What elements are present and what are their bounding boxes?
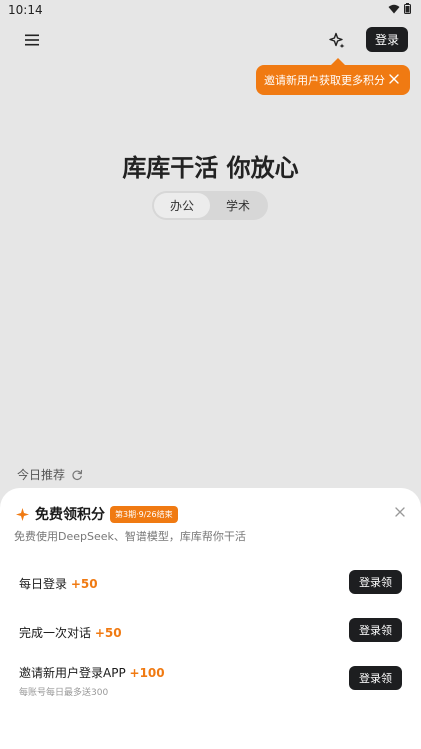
status-icons <box>388 3 411 14</box>
task-name: 邀请新用户登录APP <box>19 666 126 680</box>
tooltip-arrow <box>331 58 345 65</box>
tooltip-text: 邀请新用户获取更多积分 <box>264 74 385 87</box>
task-row: 完成一次对话 +50 登录领 <box>0 618 421 658</box>
task-row: 邀请新用户登录APP +100 每账号每日最多送300 登录领 <box>0 664 421 704</box>
sheet-header: 免费领积分 第3期·9/26结束 <box>16 504 178 524</box>
task-name: 完成一次对话 <box>19 626 92 640</box>
sheet-subtitle: 免费使用DeepSeek、智谱模型，库库帮你干活 <box>14 530 246 543</box>
status-time: 10:14 <box>8 3 43 17</box>
hero-title: 库库干活 你放心 <box>122 154 299 182</box>
sparkle-icon <box>329 32 345 48</box>
tab-academic[interactable]: 学术 <box>210 193 266 218</box>
task-name: 每日登录 <box>19 577 68 591</box>
menu-icon <box>25 34 39 46</box>
sheet-title: 免费领积分 <box>35 507 105 523</box>
task-points: +50 <box>94 626 122 640</box>
battery-icon <box>404 3 411 14</box>
ai-sparkle-button[interactable] <box>327 30 347 50</box>
task-label: 完成一次对话 +50 <box>19 624 122 641</box>
today-label: 今日推荐 <box>17 468 66 482</box>
task-points: +100 <box>129 666 165 680</box>
task-row: 每日登录 +50 登录领 <box>0 569 421 609</box>
login-button[interactable]: 登录 <box>366 27 408 52</box>
close-icon[interactable] <box>388 73 400 85</box>
mode-tabs: 办公 学术 <box>152 191 268 220</box>
tab-office[interactable]: 办公 <box>154 193 210 218</box>
refresh-icon[interactable] <box>71 469 83 481</box>
today-recommend: 今日推荐 <box>17 466 83 483</box>
task-note: 每账号每日最多送300 <box>19 688 109 698</box>
claim-button[interactable]: 登录领 <box>349 618 402 642</box>
task-label: 每日登录 +50 <box>19 575 98 592</box>
claim-button[interactable]: 登录领 <box>349 666 402 690</box>
task-label: 邀请新用户登录APP +100 <box>19 664 165 681</box>
wifi-icon <box>388 4 400 13</box>
period-badge: 第3期·9/26结束 <box>110 505 178 523</box>
status-bar: 10:14 <box>0 0 421 20</box>
points-sheet: 免费领积分 第3期·9/26结束 免费使用DeepSeek、智谱模型，库库帮你干… <box>0 488 421 749</box>
claim-button[interactable]: 登录领 <box>349 570 402 594</box>
star-sparkle-icon <box>16 507 29 521</box>
invite-tooltip: 邀请新用户获取更多积分 <box>256 65 410 95</box>
task-points: +50 <box>70 577 98 591</box>
menu-button[interactable] <box>22 30 42 50</box>
close-icon[interactable] <box>394 506 406 518</box>
